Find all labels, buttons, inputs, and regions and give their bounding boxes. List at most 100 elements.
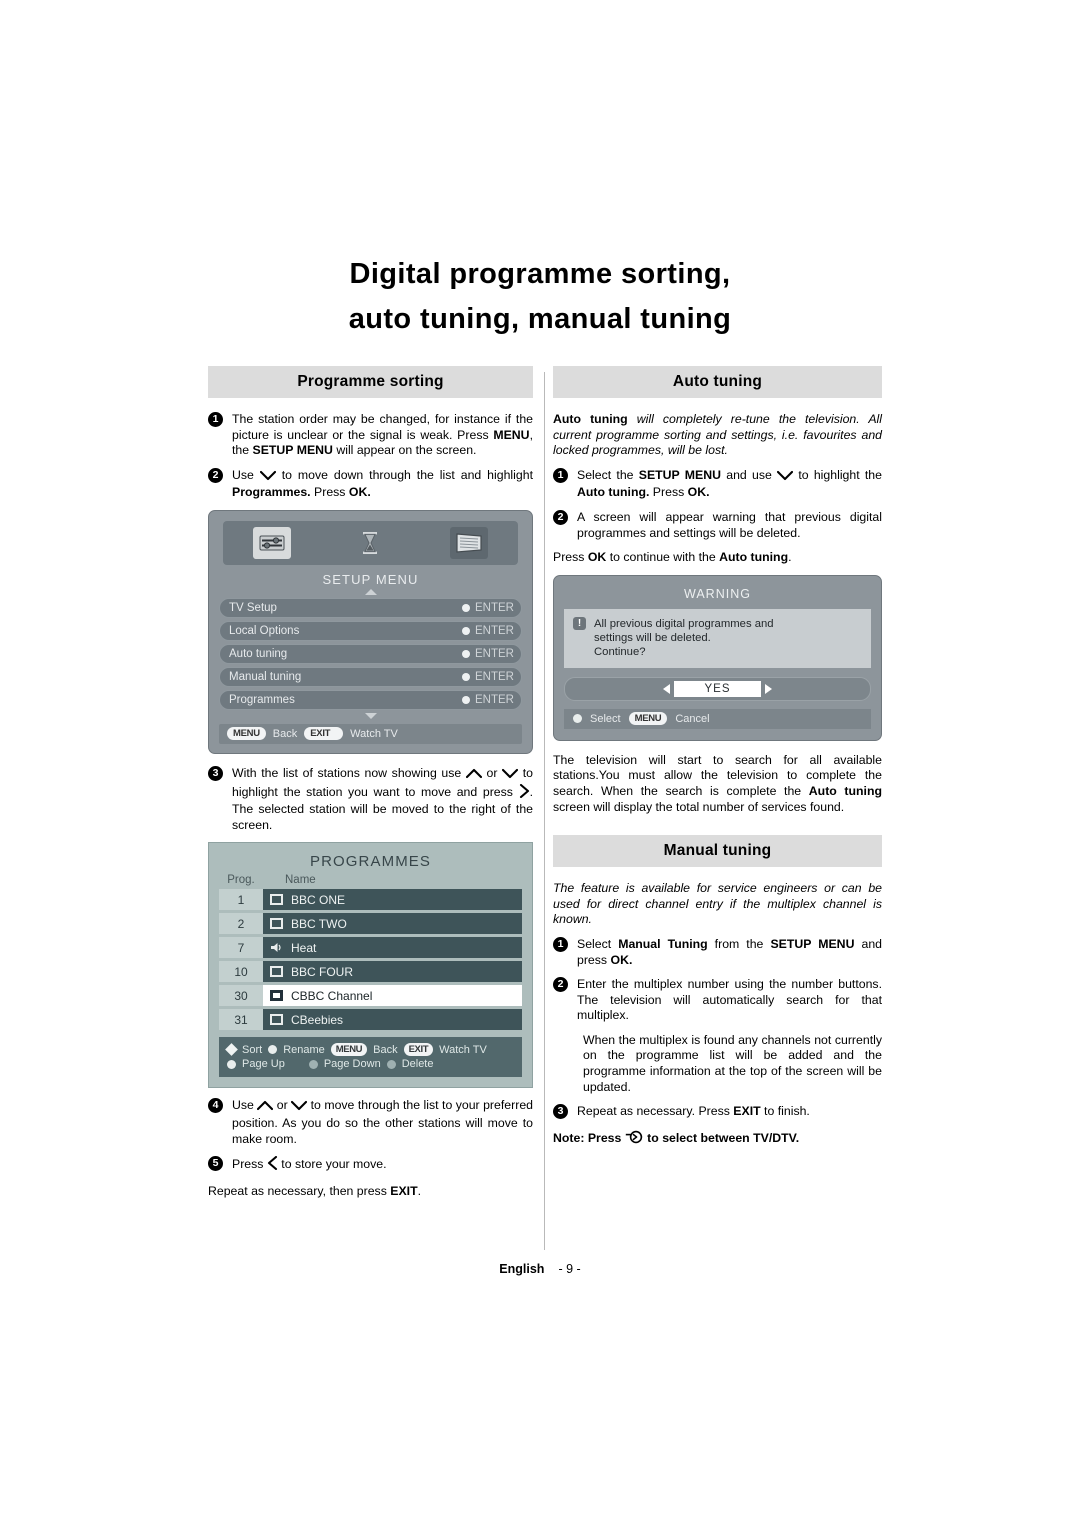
page-down-dot-icon[interactable] bbox=[308, 1059, 318, 1069]
table-row[interactable]: 7 Heat bbox=[219, 937, 522, 959]
osd-icon-bar bbox=[223, 520, 518, 565]
table-row-selected[interactable]: 30 CBBC Channel bbox=[219, 985, 522, 1007]
footer-language: English bbox=[499, 1262, 545, 1276]
menu-row-manual-tuning[interactable]: Manual tuning ENTER bbox=[219, 666, 522, 687]
step-text: Select bbox=[577, 936, 619, 951]
sort-label: Sort bbox=[242, 1043, 263, 1056]
chevron-left-icon bbox=[267, 1156, 278, 1175]
tv-channel-icon bbox=[270, 966, 283, 978]
row-prog-number: 7 bbox=[219, 937, 263, 959]
row-name-cell: CBeebies bbox=[263, 1009, 522, 1031]
step-bold-manual-tuning: Manual Tuning bbox=[618, 936, 708, 951]
menu-key-badge[interactable]: MENU bbox=[227, 727, 266, 741]
step-number: 2 bbox=[553, 509, 568, 525]
sort-diamond-icon[interactable] bbox=[225, 1043, 238, 1057]
step-1-manual-tuning: 1 Select Manual Tuning from the SETUP MEN… bbox=[553, 936, 882, 968]
step-bold-ok: OK. bbox=[348, 485, 371, 500]
row-channel-name: CBeebies bbox=[291, 1012, 344, 1027]
step-text: The station order may be changed, for in… bbox=[232, 412, 533, 442]
step-2-auto-tuning: 2 A screen will appear warning that previ… bbox=[553, 509, 882, 541]
chevron-up-icon bbox=[465, 768, 482, 784]
enter-label: ENTER bbox=[475, 670, 514, 683]
table-row[interactable]: 31 CBeebies bbox=[219, 1009, 522, 1031]
followup-text-2: to continue with the bbox=[606, 550, 720, 565]
step-text-2: to finish. bbox=[760, 1104, 810, 1119]
warning-message: All previous digital programmes and sett… bbox=[594, 617, 774, 659]
step-text: Use bbox=[232, 467, 260, 482]
enter-label: ENTER bbox=[475, 624, 514, 637]
warning-line-3: Continue? bbox=[594, 645, 646, 658]
delete-dot-icon[interactable] bbox=[386, 1059, 396, 1069]
exit-key-badge[interactable]: EXIT bbox=[304, 727, 344, 741]
table-row[interactable]: 1 BBC ONE bbox=[219, 889, 522, 911]
menu-row-tv-setup[interactable]: TV Setup ENTER bbox=[219, 597, 522, 618]
intro-bold: Auto tuning bbox=[553, 412, 628, 426]
step-text: Repeat as necessary. Press bbox=[577, 1104, 734, 1119]
chevron-down-icon bbox=[502, 768, 519, 784]
table-row[interactable]: 2 BBC TWO bbox=[219, 913, 522, 935]
left-column: Programme sorting 1 The station order may… bbox=[208, 366, 533, 1208]
programmes-title: PROGRAMMES bbox=[309, 853, 431, 871]
step-1-programme-sorting: 1 The station order may be changed, for i… bbox=[208, 412, 533, 459]
rename-dot-icon[interactable] bbox=[268, 1045, 278, 1055]
row-channel-name: BBC FOUR bbox=[291, 964, 354, 979]
row-channel-name: Heat bbox=[291, 940, 317, 955]
scroll-down-caret-icon[interactable] bbox=[364, 712, 377, 719]
menu-row-label: Local Options bbox=[229, 624, 300, 637]
step-text: Select the bbox=[577, 467, 639, 482]
step-5-programme-sorting: 5 Press to store your move. bbox=[208, 1156, 533, 1175]
followup-bold-ok: OK bbox=[587, 550, 607, 565]
followup-text: Press bbox=[553, 550, 588, 565]
step-number: 4 bbox=[208, 1098, 223, 1114]
menu-key-badge[interactable]: MENU bbox=[628, 712, 668, 726]
scroll-up-caret-icon[interactable] bbox=[364, 588, 377, 595]
tv-channel-icon bbox=[270, 990, 283, 1002]
menu-row-action: ENTER bbox=[462, 671, 514, 683]
arrow-left-icon[interactable] bbox=[663, 683, 671, 694]
warning-line-2: settings will be deleted. bbox=[594, 631, 711, 644]
menu-key-badge[interactable]: MENU bbox=[330, 1043, 368, 1057]
step-number: 1 bbox=[208, 412, 223, 427]
select-label: Select bbox=[590, 712, 621, 725]
row-name-cell: BBC ONE bbox=[263, 889, 522, 911]
after-warning-text-2: screen will display the total number of … bbox=[553, 799, 845, 814]
exit-key-label: Watch TV bbox=[350, 727, 398, 740]
select-dot-icon[interactable] bbox=[573, 714, 582, 724]
menu-row-action: ENTER bbox=[462, 625, 514, 637]
rename-label: Rename bbox=[283, 1043, 325, 1056]
step-text: Enter the multiplex number using the num… bbox=[577, 977, 882, 1023]
menu-row-programmes[interactable]: Programmes ENTER bbox=[219, 689, 522, 710]
menu-row-auto-tuning[interactable]: Auto tuning ENTER bbox=[219, 643, 522, 664]
osd-footer-bar: MENU Back EXIT Watch TV bbox=[219, 723, 522, 744]
step-bold-setup-menu: SETUP MENU bbox=[770, 936, 855, 951]
page-footer: English - 9 - bbox=[0, 1262, 1080, 1276]
warning-line-1: All previous digital programmes and bbox=[594, 617, 774, 630]
programmes-footer-bar: Sort Rename MENU Back EXIT Watch TV Page U… bbox=[219, 1037, 522, 1078]
enter-dot-icon bbox=[462, 695, 471, 704]
row-prog-number: 30 bbox=[219, 985, 263, 1007]
warning-choice-bar[interactable]: YES bbox=[564, 676, 871, 701]
step-number: 5 bbox=[208, 1156, 223, 1172]
step-number: 1 bbox=[553, 936, 568, 952]
menu-row-action: ENTER bbox=[462, 648, 514, 660]
step-text-3: Press bbox=[310, 485, 349, 500]
followup-bold-exit: EXIT bbox=[390, 1183, 418, 1198]
step-text-2: or bbox=[481, 765, 503, 780]
page-down-label: Page Down bbox=[323, 1058, 381, 1071]
yes-option[interactable]: YES bbox=[674, 680, 761, 697]
step-bold-setup-menu: SETUP MENU bbox=[252, 443, 333, 458]
step-number: 3 bbox=[208, 765, 223, 781]
step-bold-auto-tuning: Auto tuning. bbox=[577, 485, 650, 500]
step-1-auto-tuning: 1 Select the SETUP MENU and use to highli… bbox=[553, 467, 882, 501]
exit-key-badge[interactable]: EXIT bbox=[403, 1043, 434, 1057]
tv-channel-icon bbox=[270, 1014, 283, 1026]
followup-text: Repeat as necessary, then press bbox=[208, 1183, 391, 1198]
chevron-right-icon bbox=[519, 783, 530, 803]
page-up-dot-icon[interactable] bbox=[227, 1059, 236, 1069]
arrow-right-icon[interactable] bbox=[764, 683, 772, 694]
osd-title: SETUP MENU bbox=[322, 571, 419, 587]
menu-row-label: Manual tuning bbox=[229, 670, 302, 683]
back-label: Back bbox=[373, 1043, 398, 1056]
menu-row-local-options[interactable]: Local Options ENTER bbox=[219, 620, 522, 641]
table-row[interactable]: 10 BBC FOUR bbox=[219, 961, 522, 983]
